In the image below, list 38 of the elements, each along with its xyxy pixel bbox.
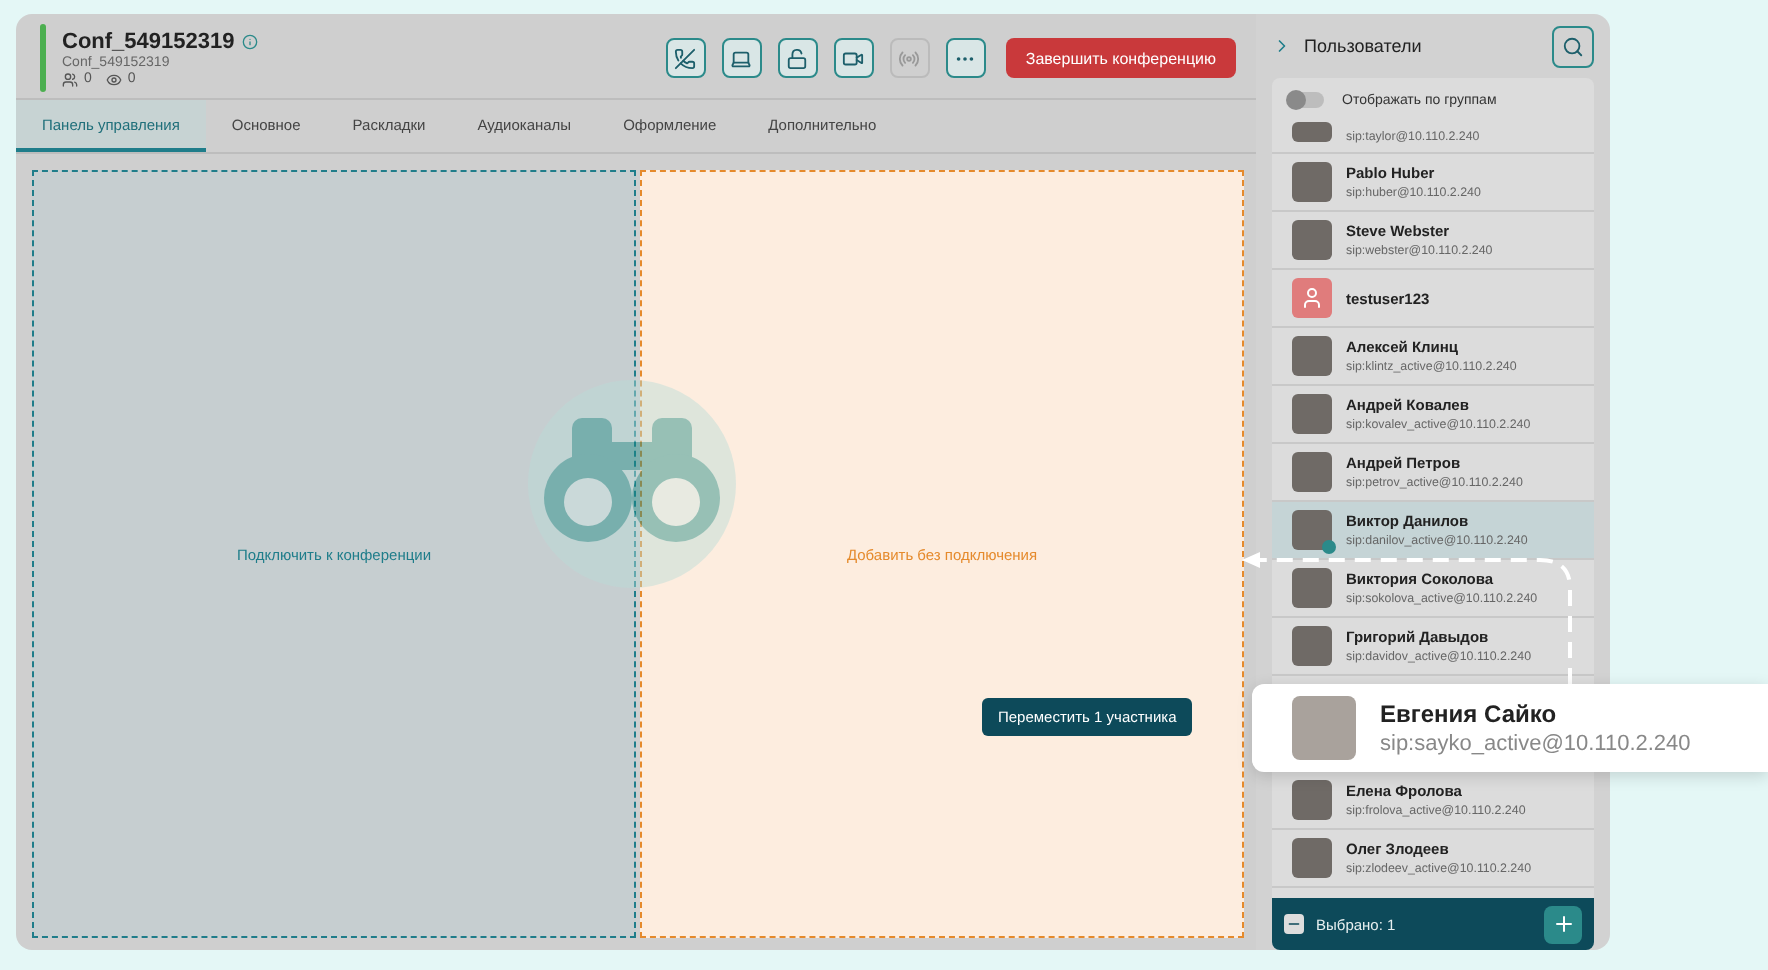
phone-off-icon [674,47,697,69]
photo-placeholder [1292,394,1332,434]
select-all-checkbox[interactable] [1284,914,1304,934]
photo-placeholder [1292,122,1332,142]
photo-placeholder [1292,336,1332,376]
sidebar-title: Пользователи [1304,36,1424,56]
photo-placeholder [1292,626,1332,666]
add-button[interactable] [1544,905,1582,943]
user-sip: sip:sayko_active@10.110.2.240 [1380,732,1691,756]
photo-placeholder [1292,780,1332,820]
video-button[interactable] [833,38,874,78]
broadcast-icon [898,47,921,69]
group-toggle[interactable] [1288,92,1324,108]
laptop-button[interactable] [721,38,762,78]
photo-placeholder [1292,838,1332,878]
unlock-icon [786,47,809,69]
more-button[interactable] [945,38,986,78]
status-bar [40,24,46,92]
user-avatar-icon [1292,278,1332,318]
photo-placeholder [1292,162,1332,202]
laptop-icon [730,47,753,69]
photo-placeholder [1292,220,1332,260]
video-icon [842,47,865,69]
end-conference-button[interactable]: Завершить конференцию [1005,38,1236,78]
plus-icon [1551,912,1575,936]
user-name: Евгения Сайко [1380,700,1559,728]
eye-icon [105,71,122,87]
unlock-button[interactable] [777,38,818,78]
photo-placeholder [1292,568,1332,608]
photo-placeholder [1292,696,1356,760]
people-icon [62,71,78,87]
search-icon [1562,35,1584,57]
photo-placeholder [1292,452,1332,492]
conference-title: Conf_549152319 [62,29,235,53]
info-icon[interactable] [242,33,259,49]
dragged-user-card[interactable]: Евгения Сайко sip:sayko_active@10.110.2.240 [1252,684,1768,772]
search-button[interactable] [1552,25,1594,67]
phone-off-button[interactable] [665,38,706,78]
